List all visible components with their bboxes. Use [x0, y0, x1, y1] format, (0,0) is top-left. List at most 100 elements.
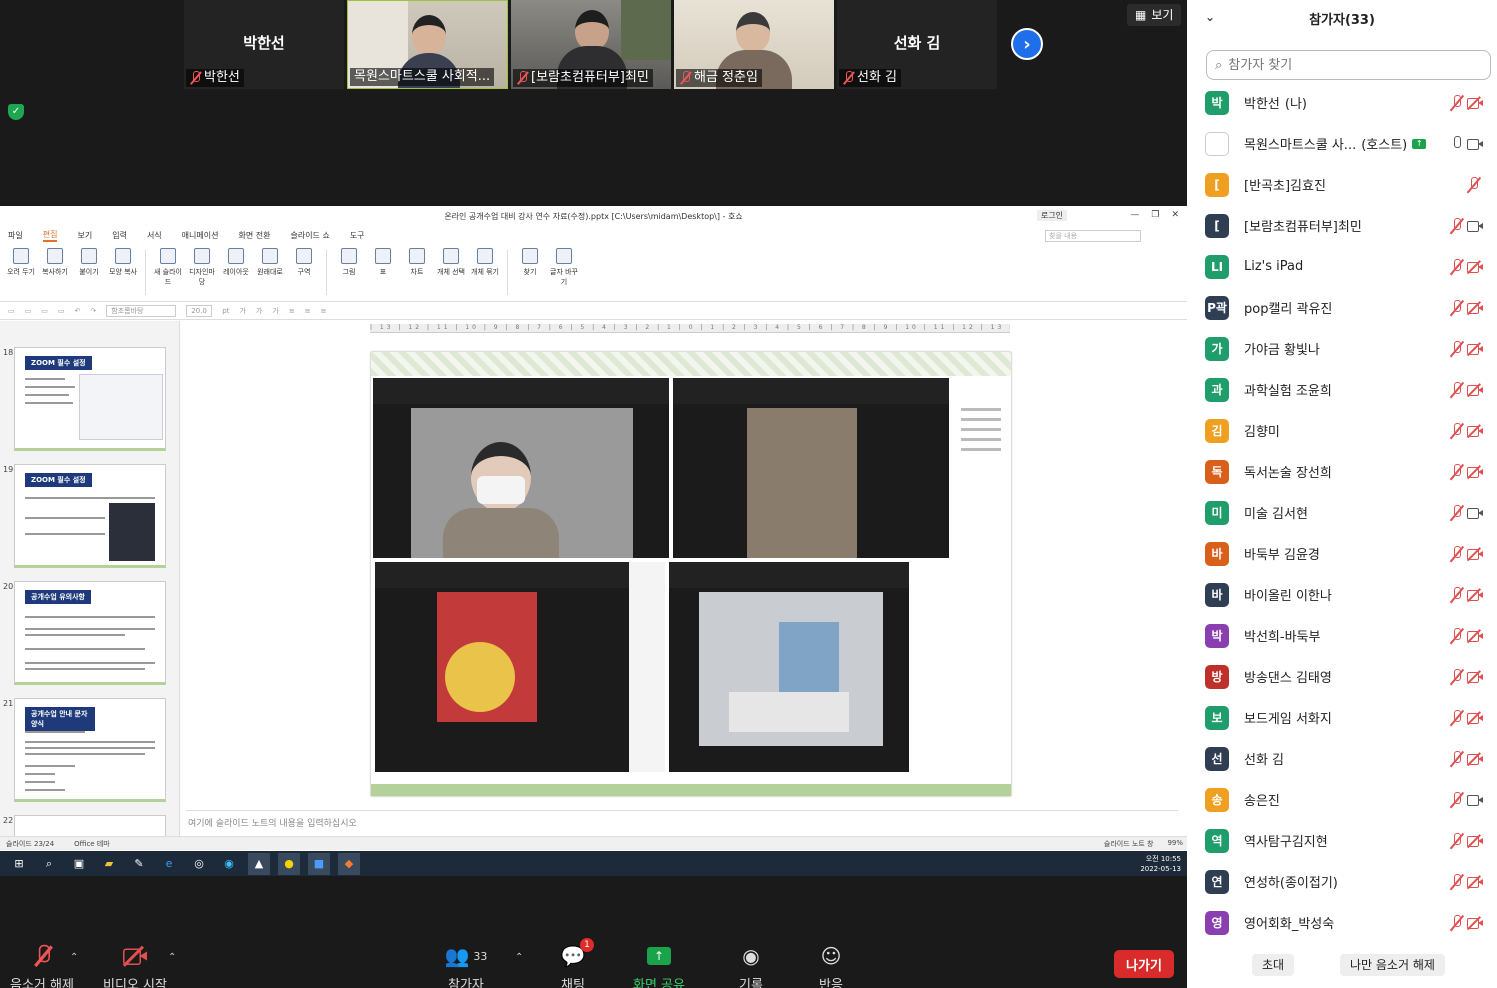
- windows-start-icon[interactable]: ⊞: [8, 853, 30, 875]
- ribbon-button[interactable]: 오려 두기: [6, 248, 36, 297]
- menu-item[interactable]: 슬라이드 쇼: [290, 230, 329, 241]
- ribbon-button[interactable]: 디자인마당: [187, 248, 217, 297]
- participants-options-chevron-icon[interactable]: ⌃: [515, 952, 523, 963]
- align-left-icon[interactable]: ≡: [289, 307, 295, 315]
- participant-row[interactable]: 독 독서논술 장선희: [1187, 451, 1497, 492]
- participant-row[interactable]: 김 김향미: [1187, 410, 1497, 451]
- participants-button[interactable]: 👥 33 참가자: [444, 942, 487, 988]
- video-tile[interactable]: 박한선 박한선: [184, 0, 344, 89]
- task-view-icon[interactable]: ▣: [68, 853, 90, 875]
- video-options-chevron-icon[interactable]: ⌃: [168, 952, 176, 963]
- current-slide[interactable]: [371, 352, 1011, 796]
- participant-row[interactable]: 박 박한선 (나): [1187, 82, 1497, 123]
- align-right-icon[interactable]: ≡: [321, 307, 327, 315]
- participant-row[interactable]: LI Liz's iPad: [1187, 246, 1497, 287]
- participant-row[interactable]: P곽 pop캘리 곽유진: [1187, 287, 1497, 328]
- ribbon-button[interactable]: 새 슬라이드: [153, 248, 183, 297]
- invite-button[interactable]: 초대: [1252, 954, 1295, 976]
- maximize-icon[interactable]: ❐: [1151, 210, 1159, 220]
- participant-row[interactable]: 영 영어회화_박성숙: [1187, 902, 1497, 943]
- participant-row[interactable]: 미 미술 김서현: [1187, 492, 1497, 533]
- align-center-icon[interactable]: ≡: [305, 307, 311, 315]
- participant-row[interactable]: 바 바둑부 김윤경: [1187, 533, 1497, 574]
- participant-row[interactable]: 방 방송댄스 김태영: [1187, 656, 1497, 697]
- audio-options-chevron-icon[interactable]: ⌃: [70, 952, 78, 963]
- menu-item[interactable]: 파일: [8, 230, 23, 241]
- ribbon-button[interactable]: 개체 선택: [436, 248, 466, 297]
- ribbon-button[interactable]: 그림: [334, 248, 364, 297]
- unmute-button[interactable]: 음소거 해제: [10, 942, 74, 988]
- ribbon-button[interactable]: 붙이기: [74, 248, 104, 297]
- font-name-select[interactable]: 함초롬바탕: [106, 304, 177, 317]
- reactions-button[interactable]: ☺ 반응: [816, 942, 846, 988]
- find-input[interactable]: 찾을 내용: [1045, 230, 1141, 242]
- security-shield-icon[interactable]: ✓: [8, 104, 24, 120]
- ribbon-button[interactable]: 글자 바꾸기: [549, 248, 579, 297]
- underline-icon[interactable]: 가: [272, 306, 278, 316]
- save-icon[interactable]: ▭: [41, 307, 48, 315]
- participant-row[interactable]: 가 가야금 황빛나: [1187, 328, 1497, 369]
- zoom-app-icon[interactable]: ■: [308, 852, 330, 875]
- slide-thumbnail[interactable]: 21 공개수업 안내 문자 양식: [3, 698, 166, 802]
- italic-icon[interactable]: 가: [256, 306, 262, 316]
- app-icon[interactable]: ✎: [128, 853, 150, 875]
- menu-item[interactable]: 애니메이션: [182, 230, 219, 241]
- unmute-me-button[interactable]: 나만 음소거 해제: [1340, 954, 1445, 976]
- participant-row[interactable]: 보 보드게임 서화지: [1187, 697, 1497, 738]
- participant-row[interactable]: 연 연성하(종이접기): [1187, 861, 1497, 902]
- font-size-input[interactable]: 20.0: [186, 304, 213, 317]
- view-button[interactable]: ▦ 보기: [1127, 4, 1182, 26]
- menu-item[interactable]: 편집: [42, 229, 58, 242]
- notes-pane-toggle[interactable]: 슬라이드 노트 창: [1104, 839, 1154, 849]
- ribbon-button[interactable]: 찾기: [515, 248, 545, 297]
- menu-item[interactable]: 화면 전환: [238, 230, 270, 241]
- participant-row[interactable]: 송 송은진: [1187, 779, 1497, 820]
- chevron-down-icon[interactable]: ⌄: [1205, 10, 1215, 24]
- ie-icon[interactable]: e: [158, 853, 180, 875]
- participant-row[interactable]: 과 과학실험 조윤희: [1187, 369, 1497, 410]
- video-tile-active-speaker[interactable]: 목원스마트스쿨 사회적...: [347, 0, 508, 89]
- start-video-button[interactable]: 비디오 시작: [103, 942, 167, 988]
- ribbon-button[interactable]: 모양 복사: [108, 248, 138, 297]
- file-explorer-icon[interactable]: ▰: [98, 853, 120, 875]
- participant-row[interactable]: [[반곡초]김효진: [1187, 164, 1497, 205]
- slide-thumbnails-pane[interactable]: 18 ZOOM 필수 설정 19 ZOOM 필수 설정 20 공개수업 유의사항…: [0, 321, 180, 841]
- next-page-button[interactable]: ›: [1011, 28, 1043, 60]
- slide-notes-field[interactable]: 여기에 슬라이드 노트의 내용을 입력하십시오: [186, 810, 1178, 832]
- ribbon-button[interactable]: 차트: [402, 248, 432, 297]
- share-screen-button[interactable]: ↑ 화면 공유: [633, 942, 685, 988]
- redo-icon[interactable]: ↷: [90, 307, 96, 315]
- search-icon[interactable]: ⌕: [38, 853, 60, 875]
- kakaotalk-icon[interactable]: ●: [278, 852, 300, 875]
- slide-thumbnail[interactable]: 20 공개수업 유의사항: [3, 581, 166, 685]
- ribbon-button[interactable]: 복사하기: [40, 248, 70, 297]
- login-button[interactable]: 로그인: [1036, 210, 1067, 221]
- participant-row[interactable]: [[보람초컴퓨터부]최민: [1187, 205, 1497, 246]
- video-tile[interactable]: 선화 김 선화 김: [837, 0, 997, 89]
- participant-row[interactable]: 바 바이올린 이한나: [1187, 574, 1497, 615]
- new-doc-icon[interactable]: ▭: [8, 307, 15, 315]
- slide-thumbnail[interactable]: 19 ZOOM 필수 설정: [3, 464, 166, 568]
- app-icon[interactable]: ▲: [248, 852, 270, 875]
- menu-item[interactable]: 입력: [112, 230, 127, 241]
- app-icon[interactable]: ◎: [188, 853, 210, 875]
- edge-icon[interactable]: ◉: [218, 853, 240, 875]
- minimize-icon[interactable]: —: [1130, 210, 1139, 220]
- participant-row[interactable]: 역 역사탐구김지현: [1187, 820, 1497, 861]
- zoom-level[interactable]: 99%: [1167, 839, 1183, 849]
- participant-row[interactable]: 선 선화 김: [1187, 738, 1497, 779]
- participant-search-input[interactable]: [1228, 57, 1469, 73]
- participant-row[interactable]: 목원스마트스쿨 사... (호스트) ↑: [1187, 123, 1497, 164]
- menu-item[interactable]: 도구: [350, 230, 365, 241]
- record-button[interactable]: ◉ 기록: [736, 942, 766, 988]
- ribbon-button[interactable]: 구역: [289, 248, 319, 297]
- hancom-show-icon[interactable]: ◆: [338, 852, 360, 875]
- video-tile[interactable]: 해금 정춘임: [674, 0, 834, 89]
- ribbon-button[interactable]: 개체 묶기: [470, 248, 500, 297]
- bold-icon[interactable]: 가: [239, 306, 245, 316]
- ribbon-button[interactable]: 레이아웃: [221, 248, 251, 297]
- chat-button[interactable]: 💬 1 채팅: [558, 938, 594, 988]
- ribbon-button[interactable]: 표: [368, 248, 398, 297]
- participant-row[interactable]: 박 박선희-바둑부: [1187, 615, 1497, 656]
- slide-thumbnail[interactable]: 18 ZOOM 필수 설정: [3, 347, 166, 451]
